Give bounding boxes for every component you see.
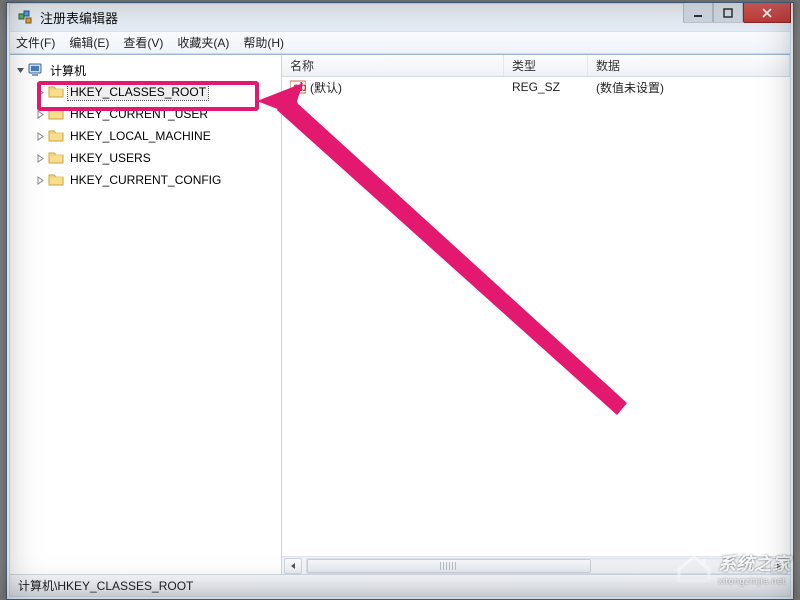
value-list[interactable]: ab (默认) REG_SZ(数值未设置) <box>282 77 790 556</box>
expand-icon[interactable] <box>34 108 46 120</box>
svg-text:ab: ab <box>293 80 306 94</box>
folder-icon <box>48 150 64 166</box>
folder-icon <box>48 128 64 144</box>
folder-icon <box>48 172 64 188</box>
tree-node-label: HKEY_CURRENT_CONFIG <box>68 172 223 188</box>
column-name[interactable]: 名称 <box>282 55 504 76</box>
tree-node-label: HKEY_CURRENT_USER <box>68 106 210 122</box>
status-path: 计算机\HKEY_CLASSES_ROOT <box>18 577 193 594</box>
client-area: 计算机 HKEY_CLASSES_ROOT HKEY_CURRENT_USER HK… <box>10 54 790 574</box>
menu-favorites[interactable]: 收藏夹(A) <box>177 34 229 51</box>
tree-node[interactable]: HKEY_CURRENT_CONFIG <box>10 169 281 191</box>
minimize-button[interactable] <box>683 3 713 23</box>
window-inner: 注册表编辑器 文件(F) 编辑(E) 查看(V) 收藏夹(A) 帮助(H) <box>9 3 791 597</box>
tree-root-label: 计算机 <box>48 61 88 80</box>
tree-root[interactable]: 计算机 <box>10 59 281 81</box>
column-type[interactable]: 类型 <box>504 55 588 76</box>
scroll-grip-icon <box>440 562 458 570</box>
folder-icon <box>48 106 64 122</box>
window-title: 注册表编辑器 <box>40 8 118 27</box>
scroll-track[interactable] <box>306 558 766 574</box>
scroll-right-button[interactable] <box>770 558 788 574</box>
tree-node[interactable]: HKEY_CLASSES_ROOT <box>10 81 281 103</box>
value-type: REG_SZ <box>504 80 588 94</box>
maximize-button[interactable] <box>713 3 743 23</box>
tree-node[interactable]: HKEY_USERS <box>10 147 281 169</box>
string-value-icon: ab <box>290 79 306 95</box>
list-pane: 名称 类型 数据 ab (默认) REG_SZ(数值未设置) <box>282 55 790 574</box>
window-frame: 注册表编辑器 文件(F) 编辑(E) 查看(V) 收藏夹(A) 帮助(H) <box>6 2 794 600</box>
tree-node-label: HKEY_LOCAL_MACHINE <box>68 128 213 144</box>
tree-pane[interactable]: 计算机 HKEY_CLASSES_ROOT HKEY_CURRENT_USER HK… <box>10 55 282 574</box>
column-data[interactable]: 数据 <box>588 55 790 76</box>
horizontal-scrollbar[interactable] <box>282 556 790 574</box>
expand-icon[interactable] <box>34 152 46 164</box>
window-buttons <box>683 3 791 23</box>
expand-icon[interactable] <box>14 64 26 76</box>
value-data: (数值未设置) <box>588 79 790 96</box>
menu-bar: 文件(F) 编辑(E) 查看(V) 收藏夹(A) 帮助(H) <box>10 32 790 54</box>
expand-icon[interactable] <box>34 130 46 142</box>
title-bar[interactable]: 注册表编辑器 <box>10 4 790 32</box>
status-bar: 计算机\HKEY_CLASSES_ROOT <box>10 574 790 596</box>
expand-icon[interactable] <box>34 86 46 98</box>
tree-node-label: HKEY_USERS <box>68 150 153 166</box>
tree-node[interactable]: HKEY_LOCAL_MACHINE <box>10 125 281 147</box>
list-row[interactable]: ab (默认) REG_SZ(数值未设置) <box>282 77 790 97</box>
menu-view[interactable]: 查看(V) <box>123 34 163 51</box>
scroll-left-button[interactable] <box>284 558 302 574</box>
folder-icon <box>48 84 64 100</box>
menu-help[interactable]: 帮助(H) <box>243 34 284 51</box>
expand-icon[interactable] <box>34 174 46 186</box>
close-button[interactable] <box>743 3 791 23</box>
column-headers: 名称 类型 数据 <box>282 55 790 77</box>
tree-node-label: HKEY_CLASSES_ROOT <box>68 84 208 100</box>
computer-icon <box>28 62 44 78</box>
value-name: (默认) <box>310 79 342 96</box>
app-icon <box>18 10 34 26</box>
registry-tree: 计算机 HKEY_CLASSES_ROOT HKEY_CURRENT_USER HK… <box>10 59 281 191</box>
menu-file[interactable]: 文件(F) <box>16 34 55 51</box>
tree-node[interactable]: HKEY_CURRENT_USER <box>10 103 281 125</box>
value-name-cell: ab (默认) <box>282 79 504 96</box>
menu-edit[interactable]: 编辑(E) <box>69 34 109 51</box>
scroll-thumb[interactable] <box>307 559 591 573</box>
